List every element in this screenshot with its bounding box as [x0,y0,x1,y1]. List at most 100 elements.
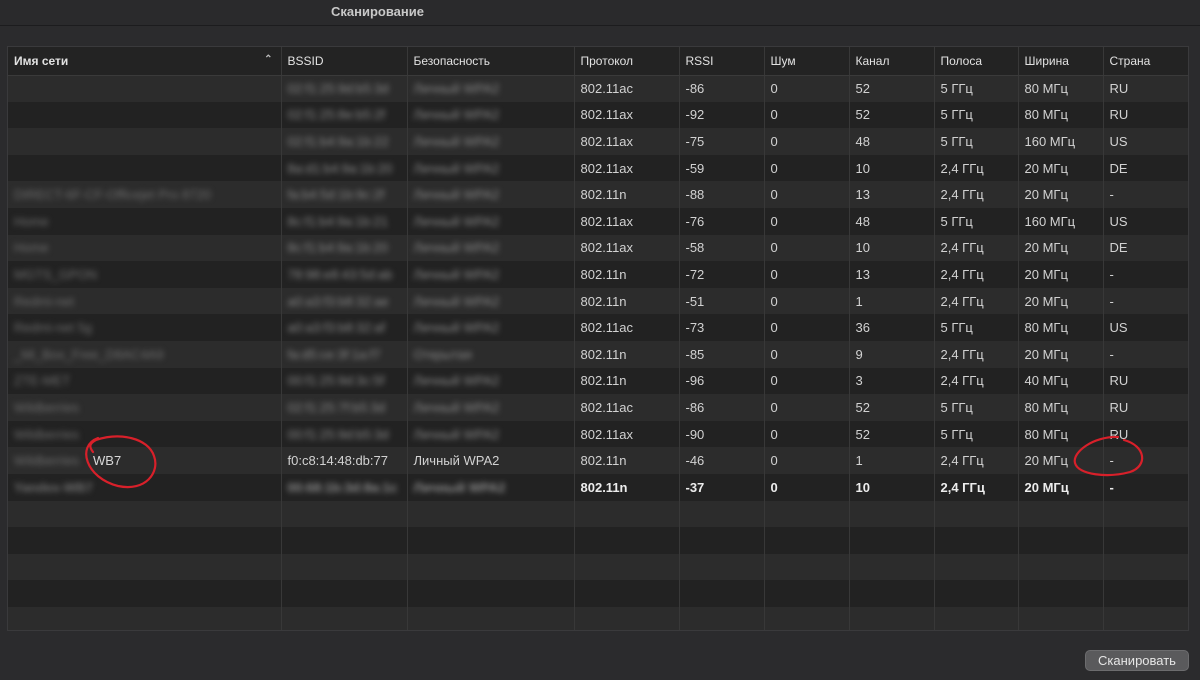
cell-noise: 0 [764,394,850,421]
cell-protocol: 802.11n [574,367,680,395]
cell-rssi: -85 [679,340,765,368]
empty-cell [1018,553,1104,581]
column-header-channel[interactable]: Канал [849,47,935,76]
table-row[interactable]: Wildberries 00:f1:25:9d:b5:3d Личный WPA2 8… [8,420,1188,448]
cell-ssid [8,101,282,129]
networks-table-container[interactable]: Имя сети ⌃ BSSID Безопасность Протокол RS… [7,46,1189,631]
table-row[interactable]: Yandex-WB7 00:68:1b:3d:8a:1c Личный WPA2 80… [8,473,1188,501]
cell-channel: 3 [849,367,935,395]
cell-ssid: Wildberries [8,394,282,421]
sort-ascending-icon: ⌃ [264,54,273,65]
table-row[interactable]: 02:f1:b4:9a:1b:22 Личный WPA2 802.11ax -75 0… [8,128,1188,155]
cell-security: Личный WPA2 [407,394,575,421]
empty-cell [407,553,575,581]
cell-country: - [1103,287,1188,315]
empty-cell [1103,553,1188,581]
cell-noise: 0 [764,340,850,368]
cell-bssid: 00:68:1b:3d:8a:1c [281,473,408,501]
window-title: Сканирование [331,4,424,19]
cell-protocol: 802.11n [574,340,680,368]
cell-country: RU [1103,75,1188,102]
cell-protocol: 802.11n [574,287,680,315]
cell-rssi: -75 [679,128,765,155]
cell-noise: 0 [764,128,850,155]
table-row[interactable]: DIRECT-6F-CF-Officejet Pro 8720 fa:b4:5d:… [8,181,1188,208]
cell-bssid: fa:d5:ce:3f:1a:f7 [281,340,408,368]
cell-country: US [1103,128,1188,155]
table-row[interactable]: Redmi-net a0:a3:f3:b8:32:ae Личный WPA2 802… [8,287,1188,315]
column-header-security[interactable]: Безопасность [407,47,575,76]
cell-bssid: 78:98:e8:43:5d:ab [281,261,408,288]
cell-rssi: -96 [679,367,765,395]
empty-cell [574,527,680,554]
cell-width: 20 МГц [1018,181,1104,208]
table-row[interactable]: Home 8c:f1:b4:9a:1b:21 Личный WPA2 802.11ax… [8,207,1188,235]
cell-channel: 48 [849,128,935,155]
empty-cell [574,500,680,528]
cell-protocol: 802.11n [574,181,680,208]
column-header-bssid[interactable]: BSSID [281,47,408,76]
cell-rssi: -76 [679,207,765,235]
cell-security: Личный WPA2 [407,207,575,235]
table-row[interactable]: Home 8c:f1:b4:9a:1b:20 Личный WPA2 802.11ax… [8,234,1188,262]
column-header-width[interactable]: Ширина [1018,47,1104,76]
table-row[interactable]: 8a:d1:b4:9a:1b:20 Личный WPA2 802.11ax -59 0… [8,154,1188,182]
empty-cell [574,580,680,607]
column-header-protocol[interactable]: Протокол [574,47,680,76]
empty-cell [1018,500,1104,528]
scan-button[interactable]: Сканировать [1085,650,1189,671]
cell-noise: 0 [764,101,850,129]
cell-channel: 10 [849,234,935,262]
table-row[interactable]: Redmi-net 5g a0:a3:f3:b8:32:af Личный WPA2… [8,314,1188,341]
empty-cell [407,606,575,630]
cell-country: DE [1103,234,1188,262]
cell-protocol: 802.11ax [574,101,680,129]
cell-ssid: Home [8,207,282,235]
column-header-ssid[interactable]: Имя сети ⌃ [8,47,282,76]
cell-rssi: -59 [679,154,765,182]
cell-security: Личный WPA2 [407,234,575,262]
cell-noise: 0 [764,473,850,501]
cell-channel: 10 [849,473,935,501]
table-row[interactable]: 02:f1:25:9d:b5:3d Личный WPA2 802.11ac -86 0… [8,75,1188,102]
cell-bssid: 00:f1:25:9d:b5:3d [281,420,408,448]
cell-bssid: fa:b4:5d:1b:9c:2f [281,181,408,208]
empty-cell [1018,527,1104,554]
cell-protocol: 802.11n [574,261,680,288]
cell-country: - [1103,261,1188,288]
table-row[interactable]: 02:f1:25:8e:b5:2f Личный WPA2 802.11ax -92 0… [8,101,1188,129]
cell-bssid: a0:a3:f3:b8:32:ae [281,287,408,315]
column-header-country[interactable]: Страна [1103,47,1188,76]
empty-cell [679,500,765,528]
empty-cell [407,580,575,607]
empty-row [8,580,1188,607]
table-row[interactable]: MGTS_GPON 78:98:e8:43:5d:ab Личный WPA2 802… [8,261,1188,288]
empty-cell [281,606,408,630]
cell-band: 5 ГГц [934,207,1019,235]
cell-security: Личный WPA2 [407,261,575,288]
cell-channel: 36 [849,314,935,341]
cell-rssi: -58 [679,234,765,262]
cell-security: Личный WPA2 [407,447,575,474]
cell-band: 2,4 ГГц [934,234,1019,262]
cell-band: 2,4 ГГц [934,447,1019,474]
empty-cell [8,580,282,607]
cell-country: - [1103,447,1188,474]
cell-ssid: Redmi-net 5g [8,314,282,341]
cell-channel: 13 [849,181,935,208]
table-row[interactable]: Wildberries 02:f1:25:7f:b5:3d Личный WPA2 8… [8,394,1188,421]
table-row[interactable]: ZTE-MET 00:f1:25:9d:3c:5f Личный WPA2 802.1… [8,367,1188,395]
column-header-band[interactable]: Полоса [934,47,1019,76]
empty-cell [281,553,408,581]
cell-protocol: 802.11ac [574,75,680,102]
column-header-noise[interactable]: Шум [764,47,850,76]
empty-cell [679,527,765,554]
cell-noise: 0 [764,181,850,208]
cell-width: 20 МГц [1018,234,1104,262]
column-header-rssi[interactable]: RSSI [679,47,765,76]
cell-channel: 1 [849,447,935,474]
cell-ssid: _Mi_Box_Free_D8AC4A9 [8,340,282,368]
table-row[interactable]: Wildberries WB7 f0:c8:14:48:db:77 Личный WP… [8,447,1188,474]
empty-cell [934,606,1019,630]
table-row[interactable]: _Mi_Box_Free_D8AC4A9 fa:d5:ce:3f:1a:f7 Отк… [8,340,1188,368]
